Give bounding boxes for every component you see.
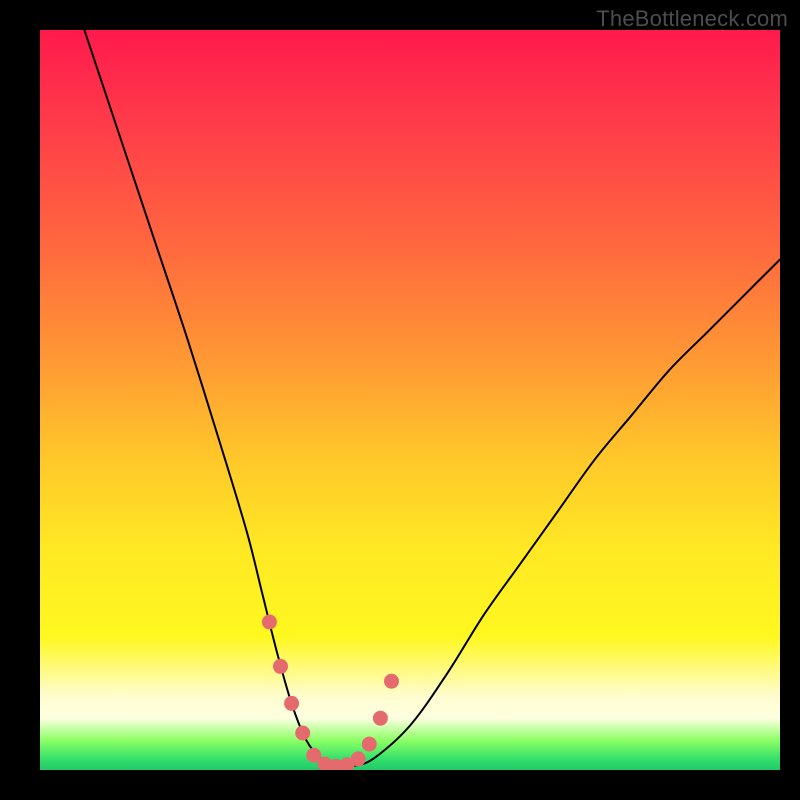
curve-layer <box>40 30 780 770</box>
watermark-text: TheBottleneck.com <box>596 6 788 32</box>
trough-marker <box>362 737 377 752</box>
bottleneck-curve <box>84 30 780 767</box>
trough-marker <box>373 711 388 726</box>
plot-area <box>40 30 780 770</box>
trough-marker-group <box>262 615 399 771</box>
trough-marker <box>262 615 277 630</box>
trough-marker <box>384 674 399 689</box>
chart-stage: TheBottleneck.com <box>0 0 800 800</box>
trough-marker <box>351 751 366 766</box>
trough-marker <box>273 659 288 674</box>
trough-marker <box>284 696 299 711</box>
trough-marker <box>295 726 310 741</box>
